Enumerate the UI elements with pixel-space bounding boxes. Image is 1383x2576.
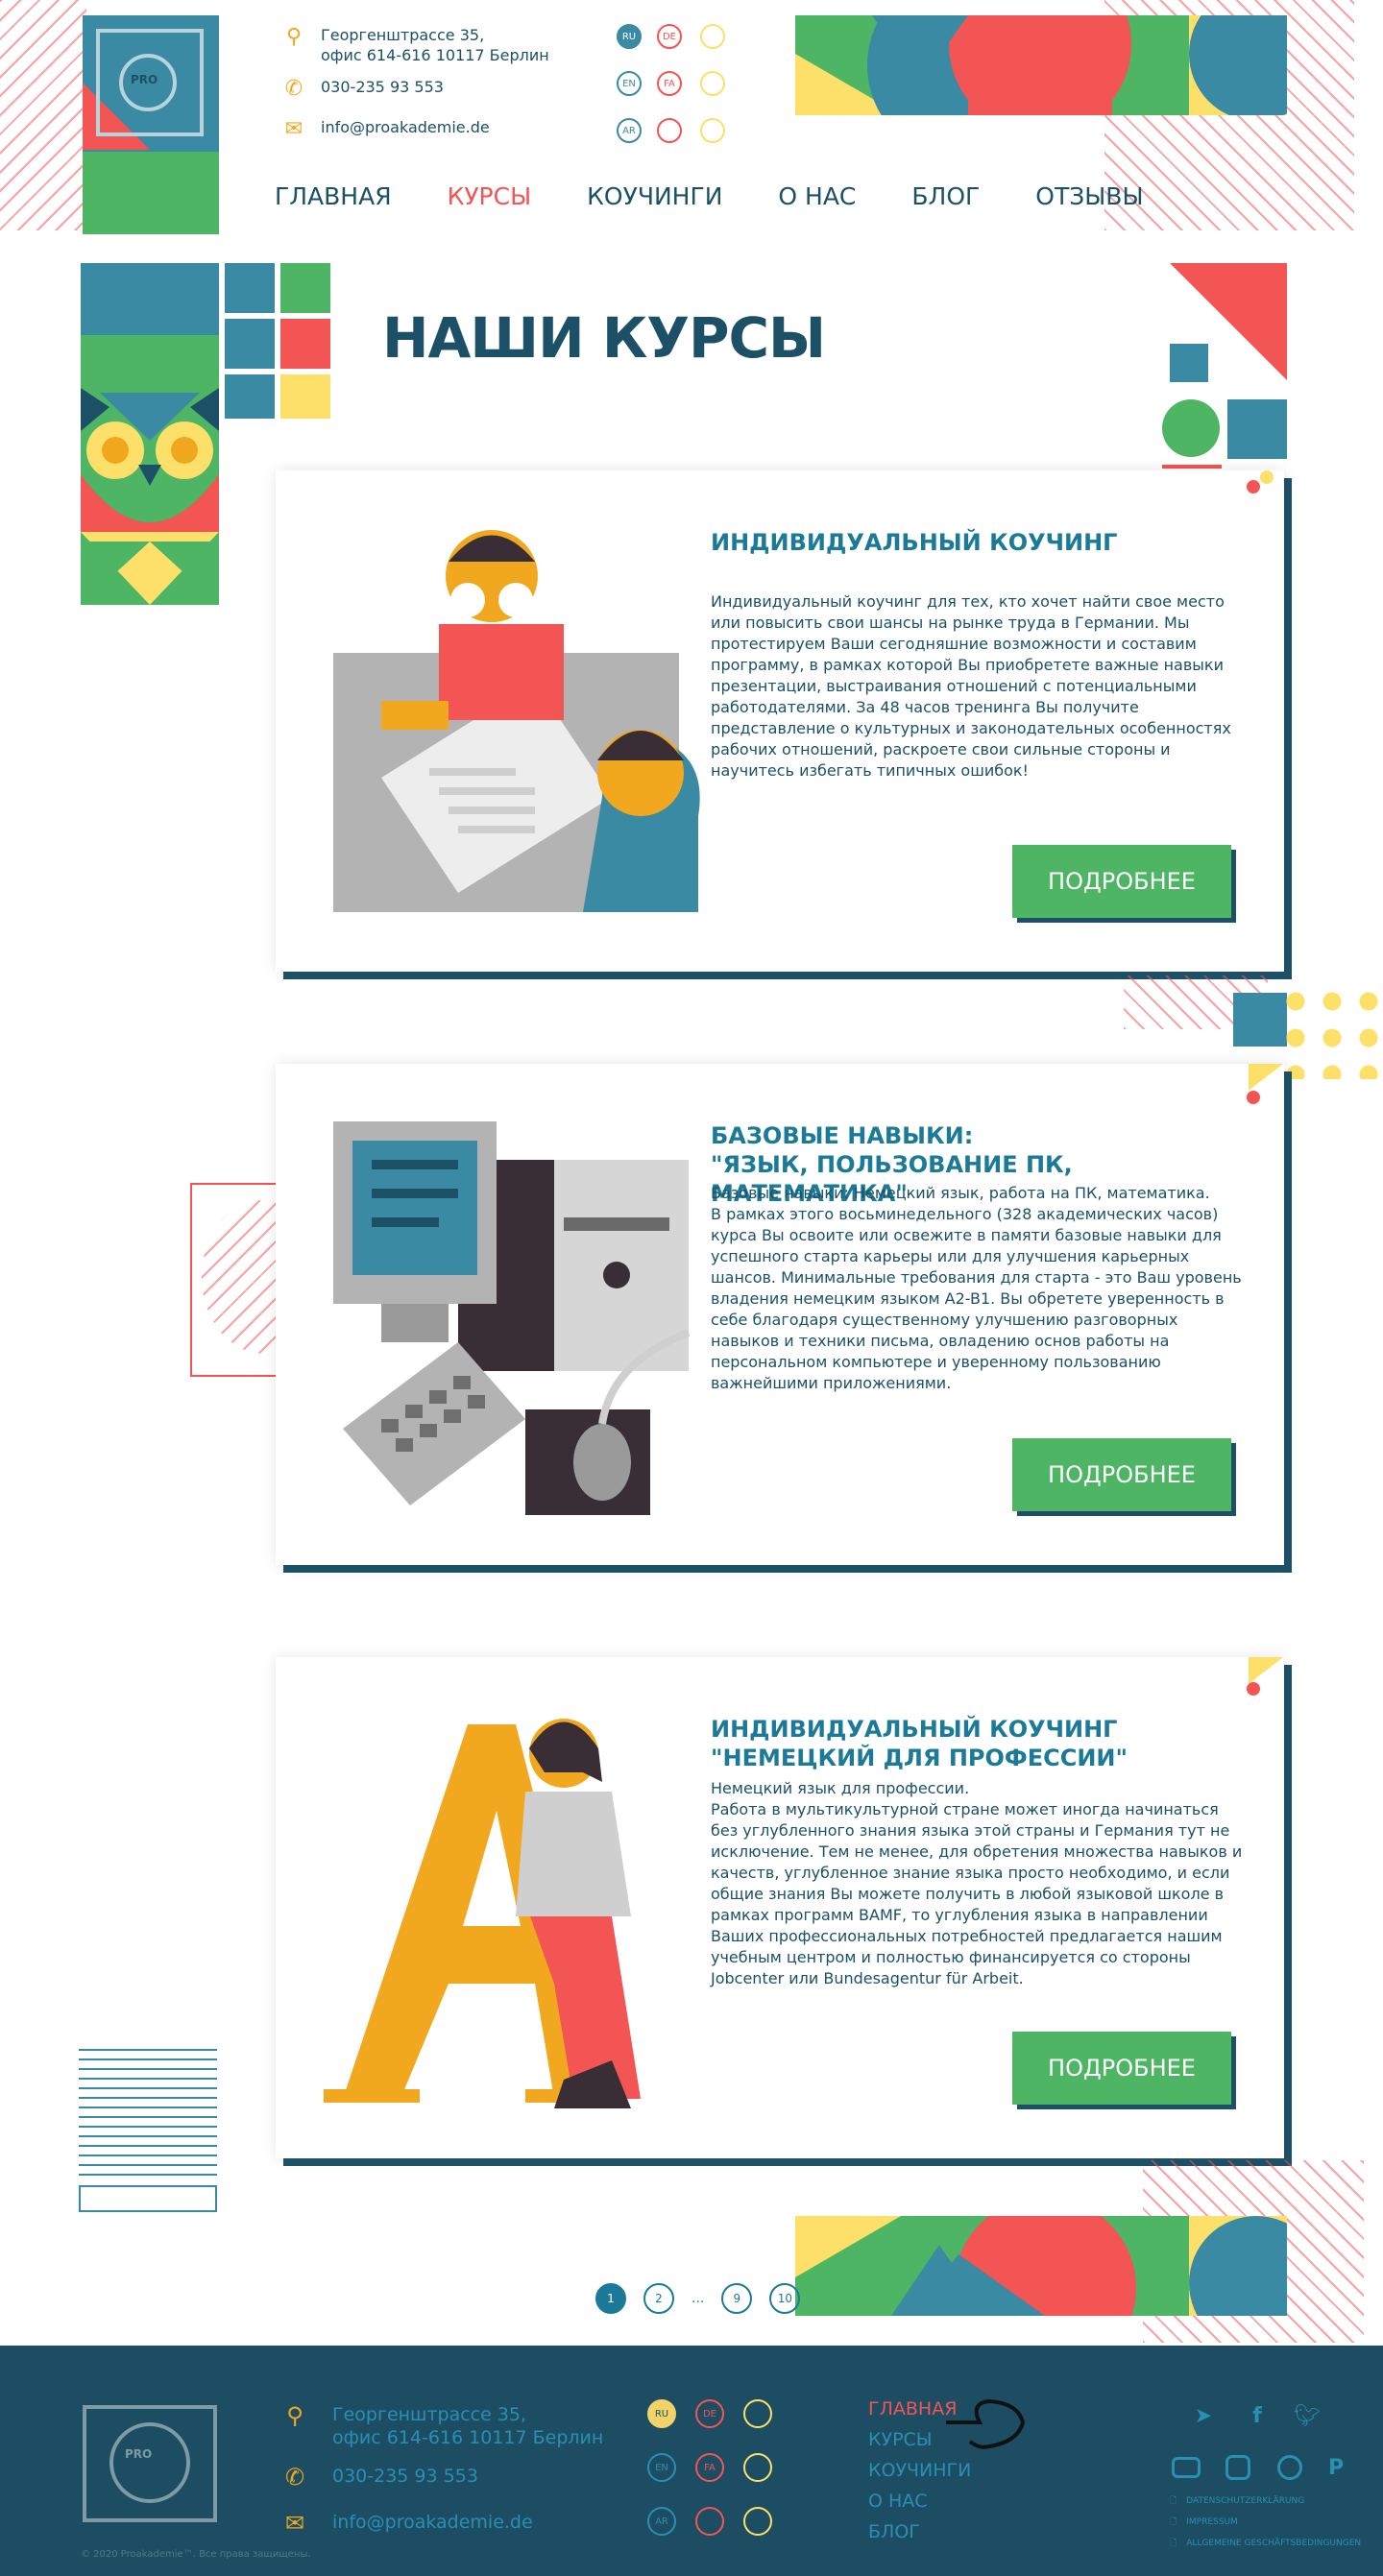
lang-empty-2[interactable]: [700, 71, 725, 96]
header-address: ⚲ Георгенштрассе 35, офис 614-616 10117 Б…: [279, 25, 549, 65]
page-title: НАШИ КУРСЫ: [382, 305, 826, 371]
footer-phone[interactable]: ✆ 030-235 93 553: [279, 2465, 478, 2490]
header-banner-art: [795, 15, 1287, 115]
computer-illustration: [333, 1121, 691, 1515]
footer-lang-empty-2[interactable]: [743, 2453, 772, 2482]
whatsapp-icon[interactable]: [1274, 2451, 1306, 2484]
lang-en[interactable]: EN: [617, 71, 642, 96]
main-nav: ГЛАВНАЯ КУРСЫ КОУЧИНГИ О НАС БЛОГ ОТЗЫВЫ: [275, 182, 1200, 210]
page-10[interactable]: 10: [769, 2283, 801, 2314]
title-right-decor: [1162, 263, 1287, 469]
owl-decor: [81, 263, 219, 605]
card-corner-tri-3: [1249, 1657, 1283, 1684]
footer-nav-blog[interactable]: БЛОГ: [868, 2516, 971, 2547]
lines-decor-frame: [79, 2185, 217, 2212]
pinterest-icon[interactable]: P: [1320, 2451, 1352, 2484]
lang-ar[interactable]: AR: [617, 118, 642, 143]
course-description: Индивидуальный коучинг для тех, кто хоче…: [711, 592, 1231, 780]
course-card-2: БАЗОВЫЕ НАВЫКИ: "ЯЗЫК, ПОЛЬЗОВАНИЕ ПК, М…: [276, 1064, 1284, 1565]
hatch-decor-left: [0, 0, 86, 230]
details-button[interactable]: ПОДРОБНЕЕ: [1012, 2032, 1231, 2105]
copyright: © 2020 Proakademie™. Все права защищены.: [81, 2549, 311, 2560]
legal-terms[interactable]: 🗋 ALLGEMEINE GESCHÄFTSBEDINGUNGEN: [1170, 2536, 1361, 2551]
footer: PRO ⚲ Георгенштрассе 35, офис 614-616 101…: [0, 2346, 1383, 2576]
page-9[interactable]: 9: [721, 2283, 753, 2314]
logo-text: PRO: [131, 73, 158, 86]
details-button[interactable]: ПОДРОБНЕЕ: [1012, 845, 1231, 918]
hand-cursor-icon: [946, 2398, 1026, 2449]
coaching-illustration: [333, 530, 700, 912]
lang-empty-3[interactable]: [657, 118, 682, 143]
footer-lang-en[interactable]: EN: [647, 2453, 676, 2482]
footer-email[interactable]: ✉ info@proakademie.de: [279, 2511, 533, 2536]
logo-block[interactable]: PRO: [83, 15, 219, 234]
details-button[interactable]: ПОДРОБНЕЕ: [1012, 1438, 1231, 1511]
footer-lang-ar[interactable]: AR: [647, 2507, 676, 2536]
lines-decor: [79, 2049, 217, 2183]
course-card-3: ИНДИВИДУАЛЬНЫЙ КОУЧИНГ "НЕМЕЦКИЙ ДЛЯ ПРО…: [276, 1657, 1284, 2158]
document-icon: 🗋: [1170, 2539, 1177, 2548]
block-grid-decor: [225, 263, 336, 422]
footer-lang-empty-4[interactable]: [743, 2507, 772, 2536]
document-icon: 🗋: [1170, 2496, 1177, 2506]
footer-logo[interactable]: PRO: [83, 2405, 217, 2522]
card-corner-dot-3: [1247, 1682, 1260, 1696]
page-ellipsis: ...: [692, 2291, 705, 2306]
course-title: ИНДИВИДУАЛЬНЫЙ КОУЧИНГ: [711, 529, 1118, 556]
mail-icon: ✉: [284, 116, 303, 141]
document-icon: 🗋: [1170, 2517, 1177, 2527]
header-email[interactable]: ✉ info@proakademie.de: [279, 117, 490, 140]
twitter-icon[interactable]: 🐦︎: [1291, 2399, 1323, 2432]
nav-reviews[interactable]: ОТЗЫВЫ: [1035, 182, 1143, 210]
pin-icon: ⚲: [285, 24, 303, 49]
nav-about[interactable]: О НАС: [778, 182, 856, 210]
letter-a-illustration: [324, 1719, 641, 2108]
telegram-icon[interactable]: ➤: [1187, 2399, 1220, 2432]
lang-fa[interactable]: FA: [657, 71, 682, 96]
mail-icon: ✉: [284, 2510, 305, 2537]
footer-nav-about[interactable]: О НАС: [868, 2486, 971, 2516]
instagram-icon[interactable]: [1222, 2451, 1254, 2484]
dots-decor: [1277, 983, 1383, 1079]
card-corner-dot-1b: [1260, 470, 1274, 484]
nav-courses[interactable]: КУРСЫ: [448, 182, 532, 210]
footer-lang-de[interactable]: DE: [695, 2399, 724, 2428]
nav-home[interactable]: ГЛАВНАЯ: [275, 182, 392, 210]
footer-lang-fa[interactable]: FA: [695, 2453, 724, 2482]
card-corner-tri-2: [1249, 1064, 1283, 1091]
lang-de[interactable]: DE: [657, 24, 682, 49]
phone-icon: ✆: [284, 2464, 305, 2491]
course-title: ИНДИВИДУАЛЬНЫЙ КОУЧИНГ "НЕМЕЦКИЙ ДЛЯ ПРО…: [711, 1716, 1128, 1771]
youtube-icon[interactable]: [1170, 2451, 1202, 2484]
phone-icon: ✆: [284, 76, 303, 101]
lang-empty-4[interactable]: [700, 118, 725, 143]
course-card-1: ИНДИВИДУАЛЬНЫЙ КОУЧИНГ Индивидуальный ко…: [276, 470, 1284, 972]
footer-address: ⚲ Георгенштрассе 35, офис 614-616 10117 Б…: [279, 2403, 603, 2449]
nav-blog[interactable]: БЛОГ: [911, 182, 980, 210]
header-phone[interactable]: ✆ 030-235 93 553: [279, 77, 444, 100]
card-corner-dot-2: [1247, 1091, 1260, 1104]
footer-lang-empty-3[interactable]: [695, 2507, 724, 2536]
nav-coaching[interactable]: КОУЧИНГИ: [587, 182, 722, 210]
lang-ru[interactable]: RU: [617, 24, 642, 49]
bottom-banner-art: [795, 2216, 1287, 2316]
footer-lang-empty-1[interactable]: [743, 2399, 772, 2428]
page-1[interactable]: 1: [595, 2283, 626, 2314]
card-corner-dot-1: [1247, 480, 1260, 494]
lang-empty-1[interactable]: [700, 24, 725, 49]
facebook-icon[interactable]: f: [1241, 2399, 1274, 2432]
footer-lang-ru[interactable]: RU: [647, 2399, 676, 2428]
footer-nav-coaching[interactable]: КОУЧИНГИ: [868, 2455, 971, 2486]
pagination: 1 2 ... 9 10: [595, 2283, 801, 2314]
course-description: Немецкий язык для профессии. Работа в му…: [711, 1779, 1243, 1987]
pin-icon: ⚲: [286, 2402, 303, 2429]
legal-privacy[interactable]: 🗋 DATENSCHUTZERKLÄRUNG: [1170, 2493, 1304, 2509]
legal-imprint[interactable]: 🗋 IMPRESSUM: [1170, 2515, 1238, 2530]
page-2[interactable]: 2: [643, 2283, 674, 2314]
course-description: Базовые навыки: Немецкий язык, работа на…: [711, 1184, 1242, 1392]
